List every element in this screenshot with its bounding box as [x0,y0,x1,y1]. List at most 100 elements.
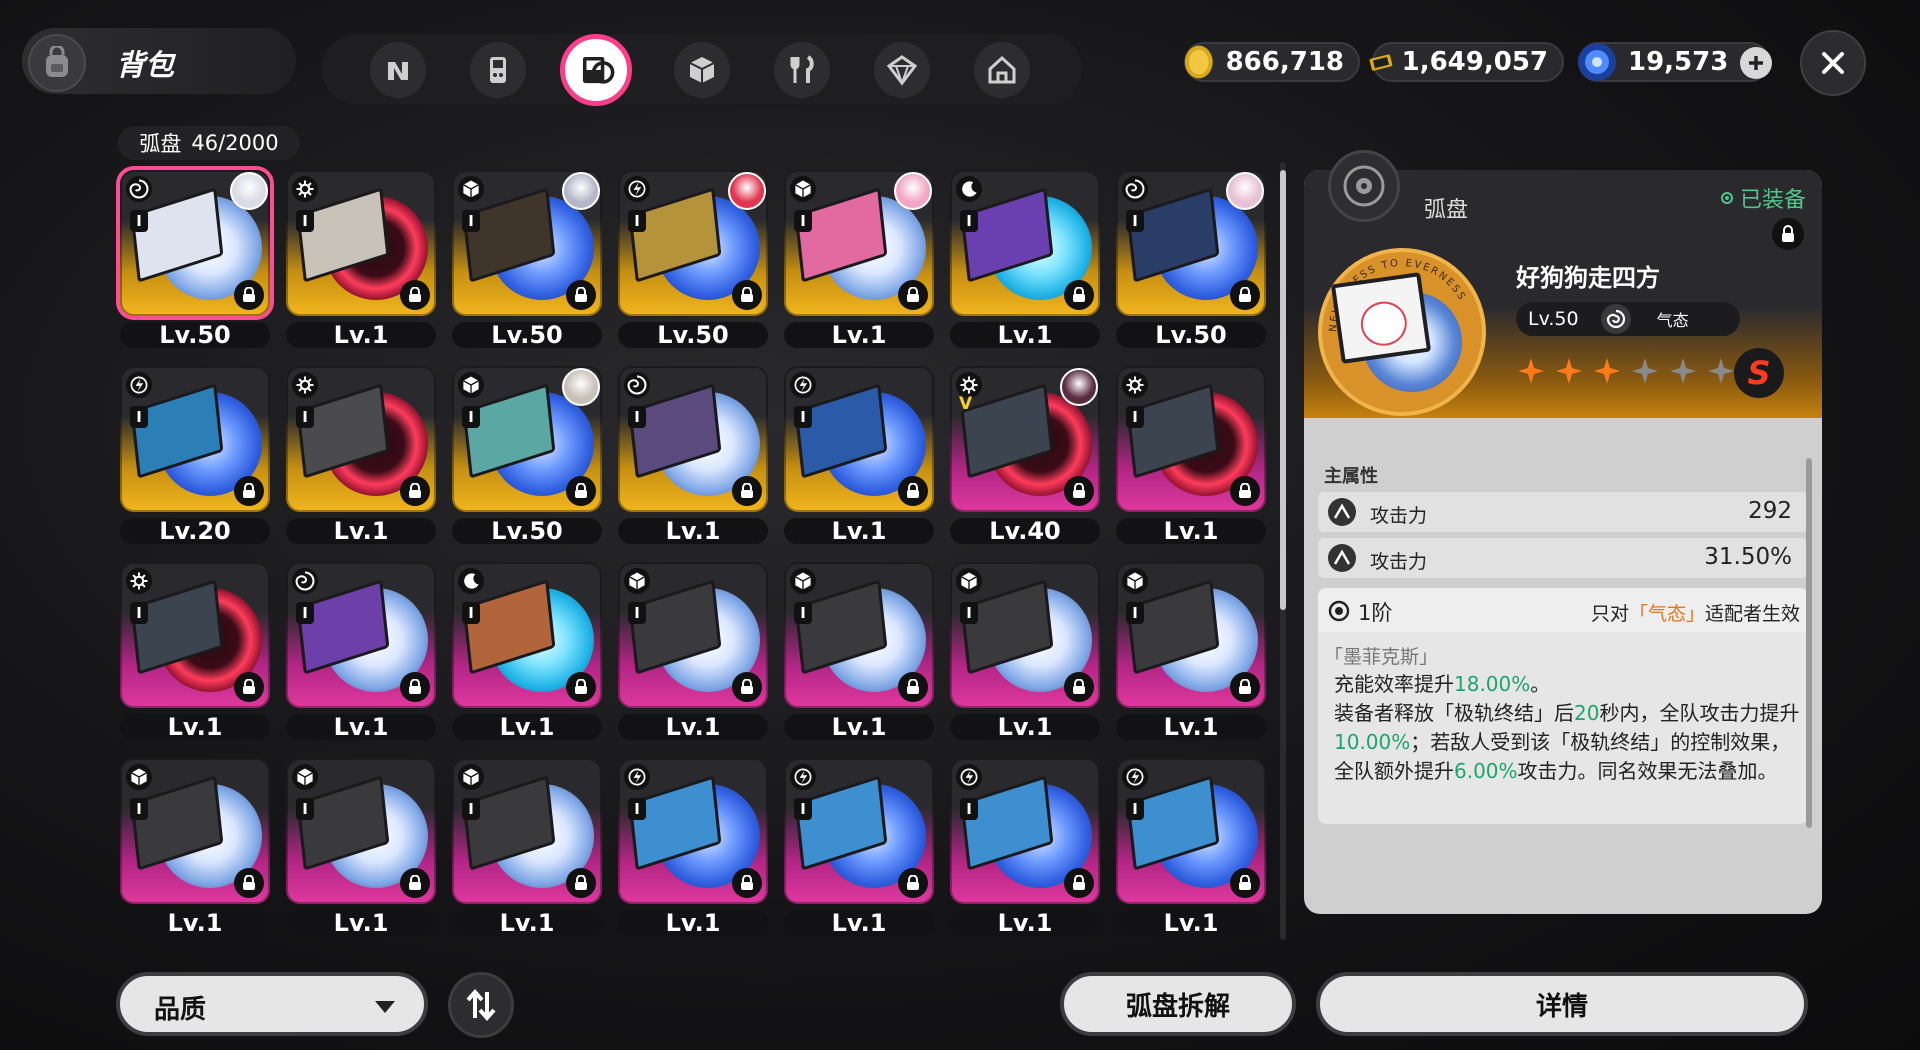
tab-gem-box[interactable] [874,42,930,98]
inventory-label: 弧盘 [139,132,182,156]
lock-icon[interactable] [898,476,928,506]
lock-icon[interactable] [1230,868,1260,898]
lock-icon[interactable] [1064,868,1094,898]
lock-icon[interactable] [1230,280,1260,310]
tab-house[interactable] [974,42,1030,98]
lock-icon[interactable] [400,672,430,702]
disc-card[interactable]: I Lv.1 [286,170,436,349]
lock-icon[interactable] [1064,672,1094,702]
effect-value: 20 [1574,701,1600,725]
equipped-character-avatar [728,172,766,210]
rank-badge: I [130,602,148,624]
detail-scrollbar[interactable] [1806,458,1812,828]
disc-card[interactable]: I Lv.1 [452,758,602,937]
lock-icon[interactable] [566,868,596,898]
sort-order-button[interactable] [448,972,514,1038]
currency-ticket: 1,649,057 [1369,42,1564,82]
lock-icon[interactable] [566,672,596,702]
disc-card[interactable]: I Lv.50 [618,170,768,349]
lock-icon[interactable] [898,868,928,898]
lock-icon[interactable] [732,868,762,898]
disc-card[interactable]: I Lv.1 [618,562,768,741]
grid-scrollbar[interactable] [1280,162,1286,940]
rank-badge: I [462,406,480,428]
lock-icon[interactable] [1064,280,1094,310]
lock-icon[interactable] [732,672,762,702]
lock-icon[interactable] [234,672,264,702]
disc-card[interactable]: I Lv.50 [120,170,270,349]
disc-card[interactable]: I Lv.1 [120,562,270,741]
lock-icon[interactable] [234,476,264,506]
tier-note-post: 适配者生效 [1704,603,1800,625]
disc-card[interactable]: I Lv.1 [784,170,934,349]
add-currency-button[interactable] [1740,47,1772,79]
disc-card[interactable]: I Lv.50 [1116,170,1266,349]
details-button[interactable]: 详情 [1316,972,1808,1036]
bolt-element-icon [790,372,816,398]
tab-handheld-console[interactable] [470,42,526,98]
stat-value: 292 [1748,498,1792,524]
lock-icon[interactable] [400,476,430,506]
bolt-element-icon [624,176,650,202]
detail-lock-button[interactable] [1772,218,1804,250]
disc-card[interactable]: I Lv.1 [286,366,436,545]
disc-card[interactable]: I Lv.1 [452,562,602,741]
disc-level-label: Lv.1 [1116,713,1266,741]
disc-card[interactable]: I Lv.1 [784,562,934,741]
disc-card[interactable]: I Lv.1 [1116,562,1266,741]
lock-icon[interactable] [566,476,596,506]
effect-text: 。 [1530,672,1551,696]
rank-badge: I [628,406,646,428]
lock-icon[interactable] [234,280,264,310]
disc-card-art: I [950,562,1100,708]
cube-element-icon [790,176,816,202]
scrollbar-thumb[interactable] [1280,170,1286,610]
rank-badge: I [1126,210,1144,232]
disc-card[interactable]: I Lv.1 [784,366,934,545]
tab-arc-disc[interactable] [560,34,632,106]
dismantle-button[interactable]: 弧盘拆解 [1060,972,1296,1036]
lock-icon[interactable] [898,280,928,310]
gold-ticket-icon [1369,54,1393,71]
lock-icon[interactable] [1064,476,1094,506]
lock-icon[interactable] [234,868,264,898]
effect-line-2: 装备者释放「极轨终结」后20秒内，全队攻击力提升10.00%；若敌人受到该「极轨… [1334,699,1804,786]
disc-level-label: Lv.1 [120,713,270,741]
cube-element-icon [956,568,982,594]
disc-card[interactable]: I Lv.1 [950,170,1100,349]
lock-icon[interactable] [400,280,430,310]
disc-card[interactable]: V Lv.40 [950,366,1100,545]
quality-filter-dropdown[interactable]: 品质 [116,972,428,1036]
disc-card[interactable]: I Lv.1 [950,562,1100,741]
disc-card[interactable]: I Lv.1 [618,366,768,545]
lock-icon[interactable] [732,476,762,506]
lock-icon[interactable] [898,672,928,702]
lock-icon[interactable] [400,868,430,898]
lock-icon[interactable] [566,280,596,310]
disc-card[interactable]: I Lv.20 [120,366,270,545]
disc-card[interactable]: I Lv.1 [120,758,270,937]
star-filled-icon [1592,356,1622,390]
lock-icon[interactable] [1230,476,1260,506]
disc-card[interactable]: I Lv.1 [286,562,436,741]
tab-cube[interactable] [674,42,730,98]
disc-card[interactable]: I Lv.50 [452,170,602,349]
disc-card[interactable]: I Lv.1 [1116,366,1266,545]
disc-card[interactable]: I Lv.1 [286,758,436,937]
tab-n-logo[interactable] [370,42,426,98]
disc-card[interactable]: I Lv.50 [452,366,602,545]
effect-line-1: 充能效率提升18.00%。 [1334,670,1804,699]
lock-icon[interactable] [732,280,762,310]
lock-icon[interactable] [1230,672,1260,702]
disc-card[interactable]: I Lv.1 [618,758,768,937]
equipped-character-avatar [1060,368,1098,406]
close-button[interactable] [1800,30,1866,96]
gear-element-icon [292,372,318,398]
star-filled-icon [1516,356,1546,390]
sort-arrows-icon [466,988,496,1022]
disc-card[interactable]: I Lv.1 [950,758,1100,937]
tab-food[interactable] [774,42,830,98]
rank-badge: I [794,210,812,232]
disc-card[interactable]: I Lv.1 [784,758,934,937]
disc-card[interactable]: I Lv.1 [1116,758,1266,937]
